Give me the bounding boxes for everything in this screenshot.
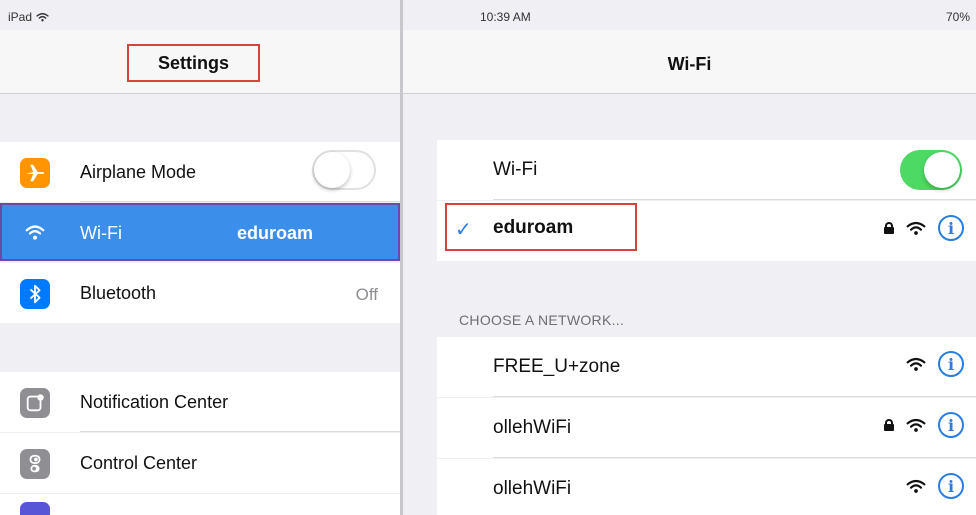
- network-status-icons: i: [906, 351, 964, 377]
- network-name: ollehWiFi: [493, 417, 572, 438]
- connected-network-row[interactable]: ✓ eduroam i: [437, 201, 976, 261]
- toggle-knob: [314, 152, 350, 188]
- device-name: iPad: [8, 10, 33, 24]
- bluetooth-status-value: Off: [355, 285, 378, 304]
- wifi-signal-icon: [906, 221, 926, 235]
- wifi-toggle-label: Wi-Fi: [493, 159, 538, 180]
- info-icon[interactable]: i: [938, 215, 964, 241]
- wifi-signal-icon: [906, 479, 926, 493]
- wifi-detail-pane: Wi-Fi Wi-Fi ✓ eduroam i CHOOSE A NETWORK…: [403, 0, 976, 515]
- sidebar-item-wifi[interactable]: Wi-Fi eduroam: [0, 203, 400, 261]
- network-status-icons: i: [884, 412, 964, 438]
- network-status-icons: i: [884, 215, 964, 241]
- notification-center-icon: [20, 388, 50, 418]
- wifi-status-icon: [36, 13, 49, 22]
- info-icon[interactable]: i: [938, 473, 964, 499]
- row-separator: [493, 199, 976, 200]
- network-name: ollehWiFi: [493, 478, 572, 499]
- settings-sidebar: Settings Airplane Mode Wi-Fi eduroam Blu…: [0, 0, 400, 515]
- sidebar-item-partial[interactable]: [0, 494, 400, 515]
- lock-icon: [884, 222, 894, 234]
- wifi-signal-icon: [906, 418, 926, 432]
- battery-level: 70%: [945, 10, 970, 24]
- info-icon[interactable]: i: [938, 351, 964, 377]
- settings-title: Settings: [127, 44, 260, 82]
- choose-network-header: CHOOSE A NETWORK...: [459, 312, 625, 328]
- sidebar-item-label: Airplane Mode: [80, 162, 197, 182]
- row-separator: [493, 457, 976, 458]
- sidebar-item-label: Wi-Fi: [80, 223, 122, 243]
- control-center-icon: [20, 449, 50, 479]
- network-row[interactable]: ollehWiFi i: [437, 398, 976, 458]
- sidebar-header: Settings: [0, 30, 400, 94]
- connected-network-name: eduroam: [493, 217, 574, 238]
- network-row[interactable]: ollehWiFi i: [437, 459, 976, 515]
- wifi-toggle[interactable]: [900, 150, 962, 190]
- bluetooth-icon: [20, 279, 50, 309]
- info-icon[interactable]: i: [938, 412, 964, 438]
- wifi-icon: [20, 218, 50, 248]
- network-row[interactable]: FREE_U+zone i: [437, 337, 976, 397]
- toggle-knob: [924, 152, 960, 188]
- sidebar-item-control-center[interactable]: Control Center: [0, 433, 400, 493]
- status-bar: iPad 10:39 AM 70%: [0, 0, 976, 30]
- wifi-toggle-row: Wi-Fi: [437, 140, 976, 200]
- status-time: 10:39 AM: [480, 10, 531, 24]
- network-name: FREE_U+zone: [493, 356, 621, 377]
- network-status-icons: i: [906, 473, 964, 499]
- row-separator: [80, 431, 400, 432]
- sidebar-item-notification-center[interactable]: Notification Center: [0, 372, 400, 432]
- sidebar-item-bluetooth[interactable]: Bluetooth Off: [0, 263, 400, 323]
- sidebar-item-label: Bluetooth: [80, 283, 157, 303]
- sidebar-item-label: Notification Center: [80, 392, 229, 412]
- airplane-icon: [20, 158, 50, 188]
- detail-title: Wi-Fi: [667, 54, 712, 74]
- lock-icon: [884, 419, 894, 431]
- row-separator: [80, 201, 400, 202]
- detail-header: Wi-Fi: [403, 30, 976, 94]
- row-separator: [493, 396, 976, 397]
- checkmark-icon: ✓: [455, 219, 472, 241]
- airplane-mode-toggle[interactable]: [312, 150, 376, 190]
- wifi-signal-icon: [906, 357, 926, 371]
- wifi-network-value: eduroam: [237, 223, 314, 243]
- app-icon: [20, 502, 50, 515]
- sidebar-item-label: Control Center: [80, 453, 198, 473]
- status-bar-left: iPad: [8, 10, 49, 24]
